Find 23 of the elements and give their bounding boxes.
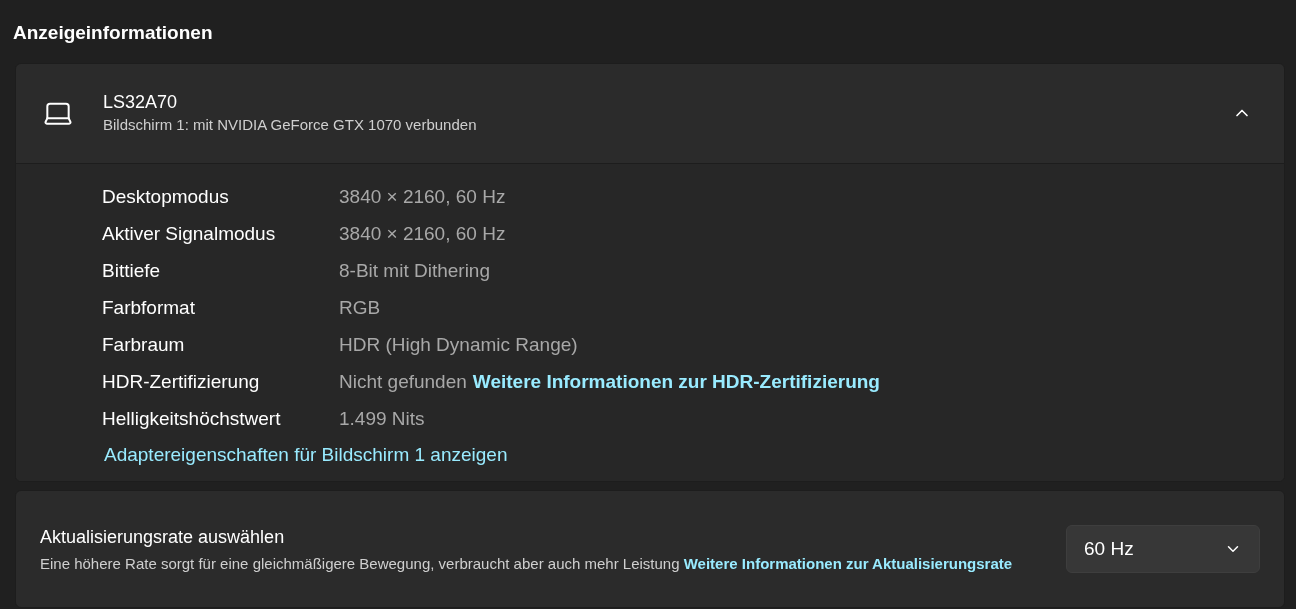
refresh-rate-info-link[interactable]: Weitere Informationen zur Aktualisierungsrate	[683, 554, 1013, 572]
property-label: Helligkeitshöchstwert	[102, 406, 282, 431]
property-label: Farbraum	[102, 332, 186, 357]
section-title: Anzeigeinformationen	[13, 21, 213, 45]
refresh-rate-dropdown[interactable]: 60 Hz	[1066, 525, 1260, 573]
property-label: Desktopmodus	[102, 184, 230, 209]
hdr-info-link[interactable]: Weitere Informationen zur HDR-Zertifizierung	[472, 367, 880, 397]
adapter-properties-link[interactable]: Adaptereigenschaften für Bildschirm 1 anzeigen	[104, 440, 508, 469]
property-value: HDR (High Dynamic Range)	[339, 332, 578, 357]
property-label: Farbformat	[102, 295, 196, 320]
property-label: Aktiver Signalmodus	[102, 221, 277, 246]
property-label: Bittiefe	[102, 258, 162, 283]
property-label: HDR-Zertifizierung	[102, 369, 261, 394]
property-value: 3840 × 2160, 60 Hz	[339, 184, 506, 209]
display-name: LS32A70	[103, 90, 179, 114]
property-value: 1.499 Nits	[339, 406, 425, 431]
refresh-rate-description: Eine höhere Rate sorgt für eine gleichmäßigere Bewegung, verbraucht aber auch mehr Leistung Weitere Informationen zur Aktualisierungsrate	[40, 553, 1014, 574]
property-value: Nicht gefunden	[339, 369, 467, 394]
property-value: 3840 × 2160, 60 Hz	[339, 221, 506, 246]
property-value: RGB	[339, 295, 381, 320]
refresh-rate-title: Aktualisierungsrate auswählen	[40, 525, 286, 549]
display-subtitle: Bildschirm 1: mit NVIDIA GeForce GTX 1070 verbunden	[103, 114, 478, 135]
property-value: 8-Bit mit Dithering	[339, 258, 490, 283]
